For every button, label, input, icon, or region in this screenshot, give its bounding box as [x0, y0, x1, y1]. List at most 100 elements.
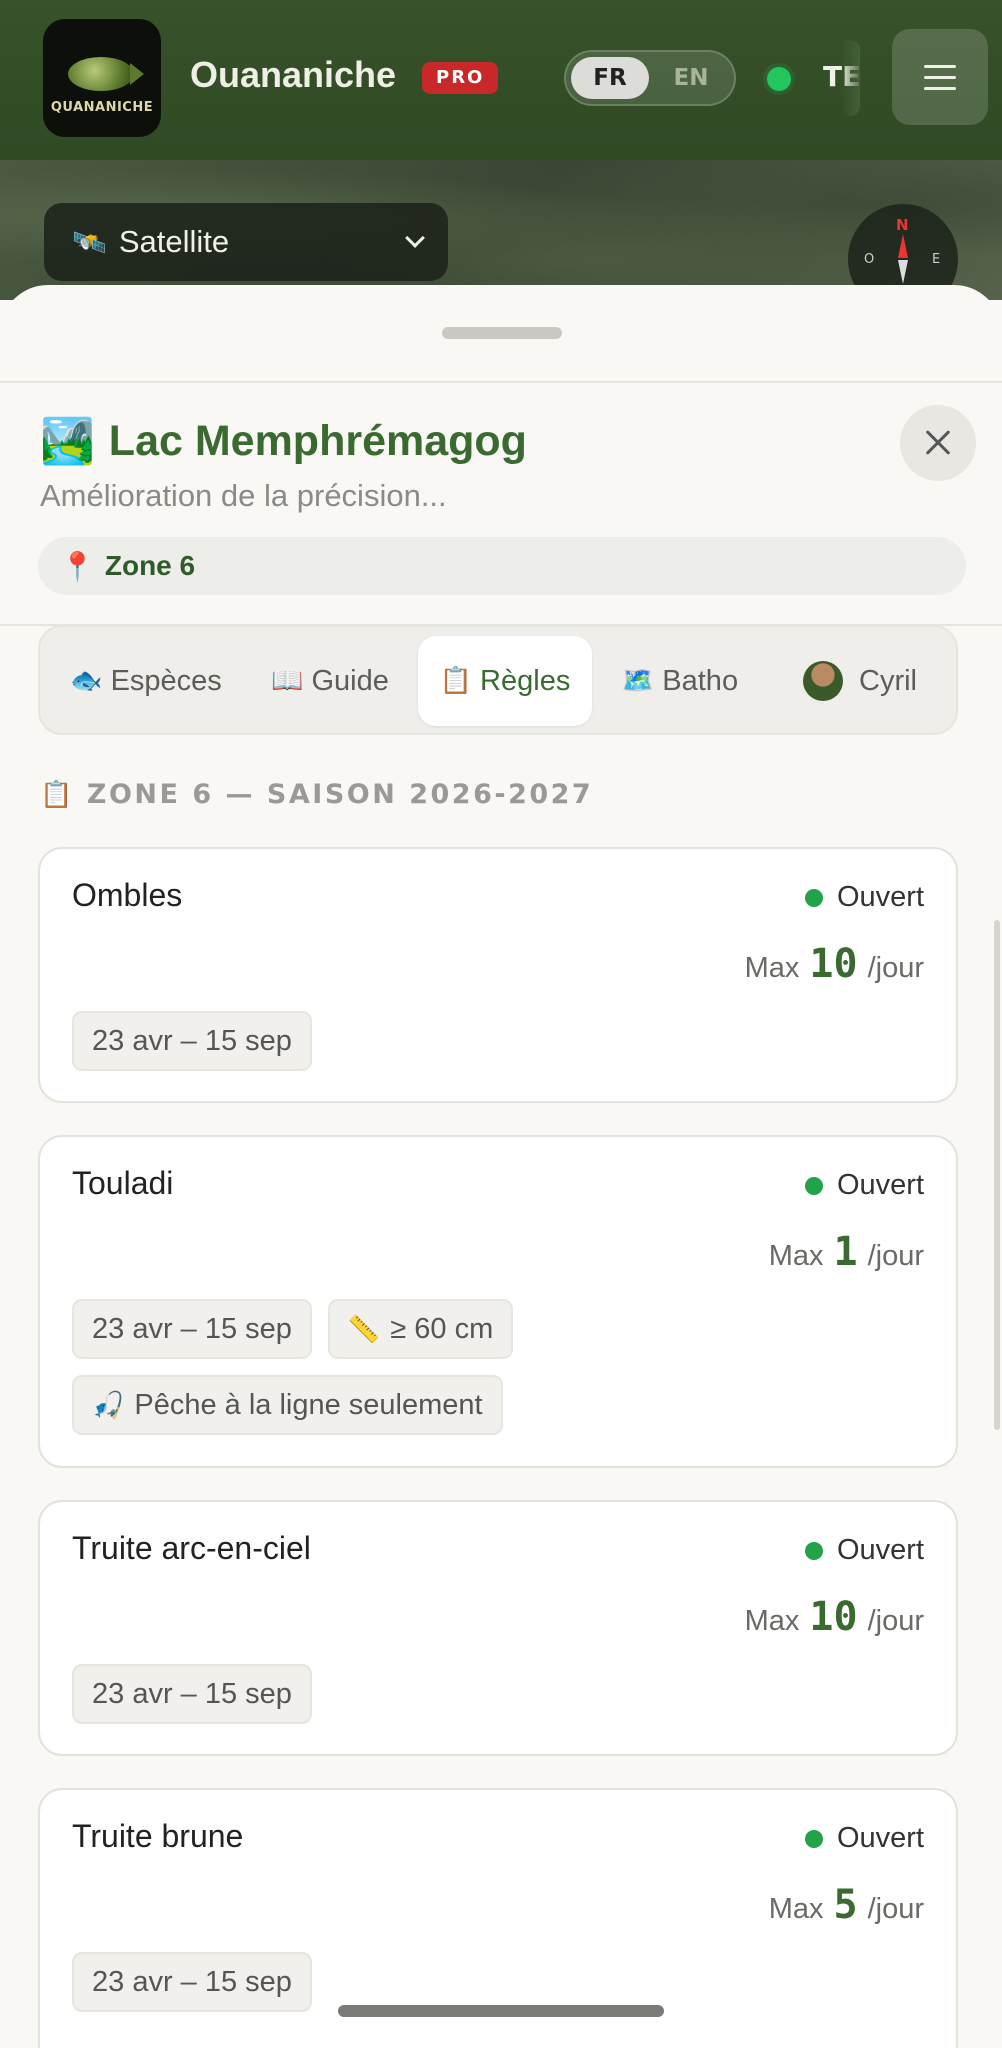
tab-label: Règles	[480, 664, 571, 697]
season-tag: 23 avr – 15 sep	[72, 1664, 312, 1724]
daily-limit: Max 5 /jour	[769, 1882, 924, 1928]
tab-especes[interactable]: 🐟 Espèces	[48, 636, 244, 726]
tag-text: ≥ 60 cm	[390, 1312, 494, 1345]
tag-text: 23 avr – 15 sep	[92, 1024, 292, 1057]
tag-text: Pêche à la ligne seulement	[134, 1388, 483, 1421]
scroll-fade	[840, 40, 860, 116]
status-text: Ouvert	[836, 881, 924, 913]
fish-logo-icon	[60, 51, 144, 105]
tab-batho[interactable]: 🗺️ Batho	[600, 636, 760, 726]
species-name: Ombles	[72, 877, 183, 913]
clipboard-icon: 📋	[40, 779, 75, 810]
pro-badge: PRO	[422, 62, 499, 94]
location-accuracy-status: Amélioration de la précision...	[40, 478, 447, 513]
regulation-tags: 23 avr – 15 sep	[72, 1952, 924, 2012]
compass-west-label: O	[864, 252, 875, 267]
lang-option-fr[interactable]: FR	[571, 57, 649, 99]
limit-suffix: /jour	[867, 1605, 924, 1637]
clipboard-icon: 📋	[439, 666, 473, 696]
book-icon: 📖	[271, 666, 304, 696]
tab-label: Batho	[662, 664, 739, 697]
status-text: Ouvert	[836, 1169, 924, 1201]
species-name: Truite brune	[72, 1818, 244, 1854]
regulation-tags: 23 avr – 15 sep	[72, 1011, 924, 1071]
home-indicator[interactable]	[338, 2005, 664, 2017]
chevron-down-icon	[405, 228, 425, 248]
open-status-dot-icon	[804, 1541, 823, 1560]
limit-suffix: /jour	[867, 1893, 924, 1925]
map-layer-select[interactable]: 🛰️ Satellite	[44, 203, 448, 281]
logo-wordmark: QUANANICHE	[50, 100, 154, 115]
divider	[0, 381, 1002, 383]
tab-guide[interactable]: 📖 Guide	[250, 636, 410, 726]
hamburger-menu-button[interactable]	[892, 29, 988, 125]
limit-value: 10	[809, 1594, 858, 1640]
tab-label: Espèces	[110, 664, 222, 697]
tab-label: Guide	[311, 664, 389, 697]
status-text: Ouvert	[836, 1822, 924, 1854]
species-name: Touladi	[72, 1165, 174, 1201]
compass-needle-south	[898, 260, 908, 284]
ruler-icon: 📏	[347, 1313, 381, 1344]
daily-limit: Max 1 /jour	[769, 1229, 924, 1275]
regulation-card[interactable]: Ombles Ouvert Max 10 /jour 23 avr – 15 s…	[38, 847, 958, 1103]
open-status-dot-icon	[804, 1829, 823, 1848]
tab-regles[interactable]: 📋 Règles	[418, 636, 592, 726]
limit-value: 5	[833, 1882, 858, 1928]
online-status-indicator	[767, 67, 791, 91]
scrollbar[interactable]	[994, 920, 1000, 1430]
limit-value: 1	[833, 1229, 858, 1275]
section-heading: 📋 ZONE 6 — SAISON 2026-2027	[40, 779, 593, 810]
open-status-dot-icon	[804, 1176, 823, 1195]
status-badge: Ouvert	[804, 881, 924, 914]
status-text: Ouvert	[836, 1534, 924, 1566]
tag-text: 23 avr – 15 sep	[92, 1312, 292, 1345]
regulation-card[interactable]: Touladi Ouvert Max 1 /jour 23 avr – 15 s…	[38, 1135, 958, 1468]
season-tag: 23 avr – 15 sep	[72, 1952, 312, 2012]
regulation-tags: 23 avr – 15 sep	[72, 1664, 924, 1724]
open-status-dot-icon	[804, 888, 823, 907]
language-toggle[interactable]: FR EN	[564, 50, 736, 106]
lake-name: Lac Memphrémagog	[108, 416, 527, 465]
species-name: Truite arc-en-ciel	[72, 1530, 311, 1566]
compass-east-label: E	[932, 252, 941, 267]
compass-north-label: N	[896, 216, 909, 234]
tab-label: Cyril	[859, 664, 917, 697]
menu-icon-bar	[924, 64, 956, 68]
cyril-avatar-icon	[803, 661, 843, 701]
satellite-icon: 🛰️	[72, 225, 107, 259]
tab-cyril[interactable]: Cyril	[768, 636, 952, 726]
lake-detail-sheet: 🏞️ Lac Memphrémagog Amélioration de la p…	[0, 285, 1002, 2048]
min-size-tag: 📏 ≥ 60 cm	[327, 1299, 514, 1359]
app-header: QUANANICHE Ouananiche PRO FR EN TE	[0, 0, 1002, 160]
fish-icon: 🐟	[70, 666, 103, 696]
lang-option-en[interactable]: EN	[652, 57, 730, 99]
limit-prefix: Max	[744, 952, 800, 984]
detail-tabs: 🐟 Espèces 📖 Guide 📋 Règles 🗺️ Batho Cyri…	[38, 625, 958, 735]
daily-limit: Max 10 /jour	[745, 1594, 924, 1640]
status-badge: Ouvert	[804, 1534, 924, 1567]
zone-pill[interactable]: 📍 Zone 6	[38, 537, 966, 595]
limit-value: 10	[809, 941, 858, 987]
season-tag: 23 avr – 15 sep	[72, 1011, 312, 1071]
status-badge: Ouvert	[804, 1169, 924, 1202]
map-pin-icon: 📍	[60, 549, 95, 583]
app-title: Ouananiche	[190, 54, 397, 95]
sheet-drag-handle[interactable]	[442, 327, 562, 339]
tag-text: 23 avr – 15 sep	[92, 1965, 292, 1998]
map-layer-label: Satellite	[118, 224, 230, 259]
status-badge: Ouvert	[804, 1822, 924, 1855]
limit-prefix: Max	[768, 1893, 824, 1925]
compass-needle-icon	[898, 234, 908, 258]
map-icon: 🗺️	[621, 666, 655, 696]
regulation-tags: 23 avr – 15 sep 📏 ≥ 60 cm 🎣 Pêche à la lig…	[72, 1299, 924, 1435]
menu-icon-bar	[924, 75, 956, 79]
section-heading-text: ZONE 6 — SAISON 2026-2027	[86, 779, 594, 810]
app-logo[interactable]: QUANANICHE	[43, 19, 161, 137]
lake-title: 🏞️ Lac Memphrémagog	[40, 415, 527, 467]
limit-prefix: Max	[744, 1605, 800, 1637]
regulation-card[interactable]: Truite arc-en-ciel Ouvert Max 10 /jour 2…	[38, 1500, 958, 1756]
limit-prefix: Max	[768, 1240, 824, 1272]
season-tag: 23 avr – 15 sep	[72, 1299, 312, 1359]
close-button[interactable]	[900, 405, 976, 481]
